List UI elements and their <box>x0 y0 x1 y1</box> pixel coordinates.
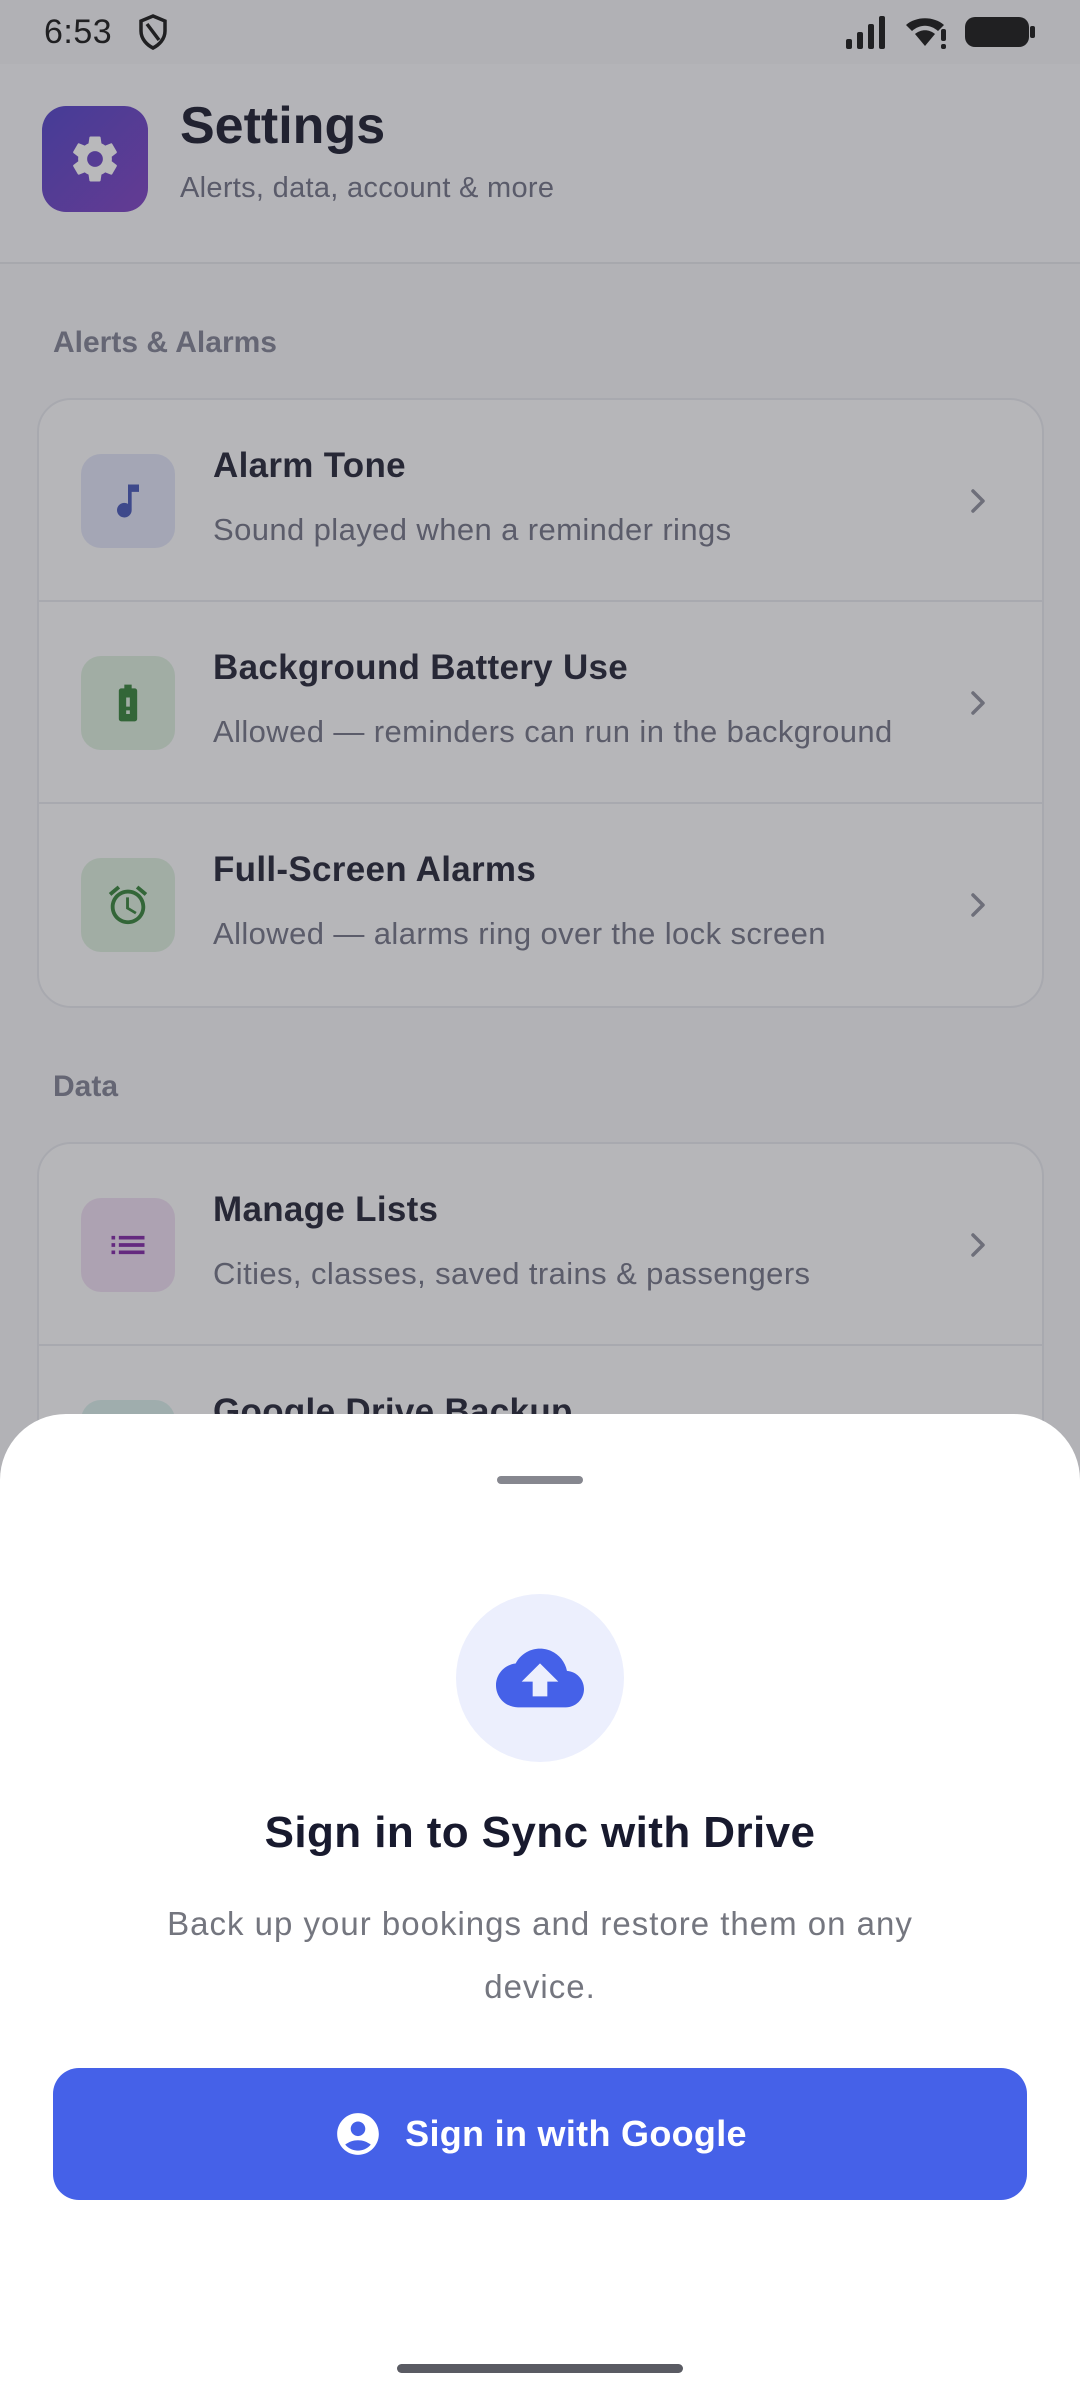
sign-in-button-label: Sign in with Google <box>405 2113 747 2154</box>
account-circle-icon <box>337 2113 379 2155</box>
sheet-icon-container <box>456 1594 624 1762</box>
drag-handle[interactable] <box>497 1476 583 1484</box>
sign-in-with-google-button[interactable]: Sign in with Google <box>53 2068 1027 2200</box>
sign-in-bottom-sheet: Sign in to Sync with Drive Back up your … <box>0 1414 1080 2400</box>
home-indicator <box>397 2364 683 2373</box>
sheet-description: Back up your bookings and restore them o… <box>167 1905 913 2005</box>
cloud-upload-icon <box>496 1648 584 1708</box>
sheet-title: Sign in to Sync with Drive <box>264 1808 816 1857</box>
